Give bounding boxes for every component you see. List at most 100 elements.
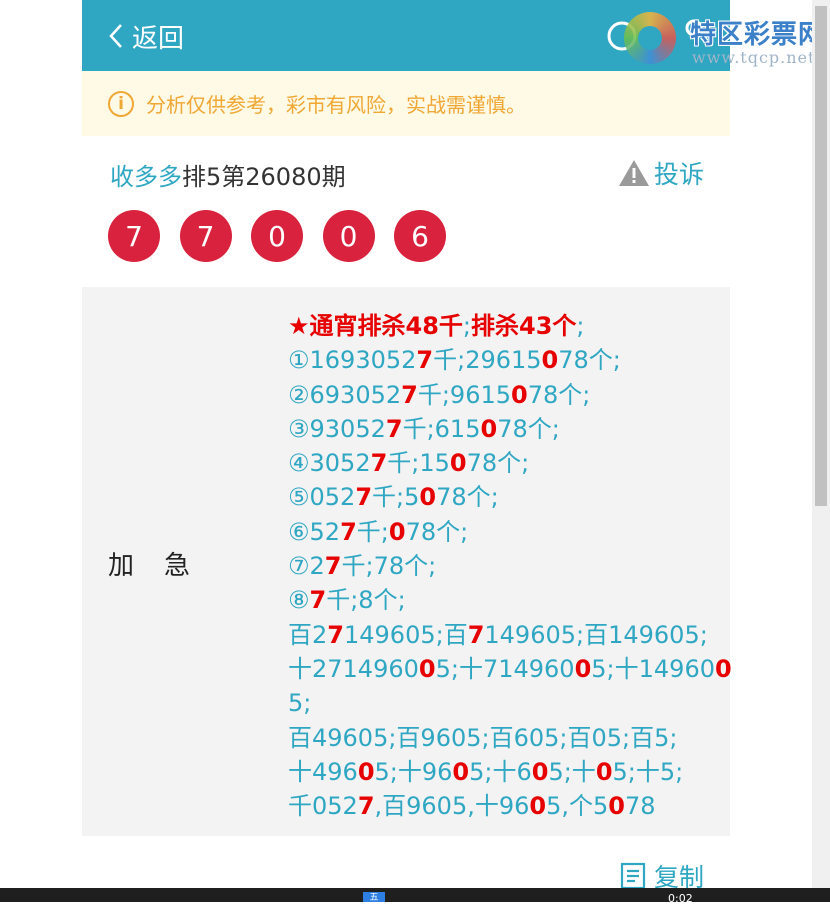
taskbar	[0, 888, 830, 902]
prediction-line: 百49605;百9605;百605;百05;百5;	[288, 721, 718, 755]
prediction-line: ④30527千;15078个;	[288, 446, 718, 480]
prediction-line: ②6930527千;9615078个;	[288, 378, 718, 412]
watermark-url: www.tqcp.net	[692, 48, 816, 67]
watermark-logo	[624, 12, 676, 64]
back-label: 返回	[132, 23, 185, 54]
ball: 0	[322, 210, 375, 262]
taskbar-clock: 0:02	[668, 892, 693, 905]
warning-icon	[618, 160, 649, 186]
prediction-line: 百27149605;百7149605;百149605;	[288, 618, 718, 652]
line-text: ①1693052	[288, 346, 417, 375]
highlight-text: 7	[416, 346, 434, 375]
line-text: 千;8个;	[326, 586, 406, 615]
line-text: 5;十6	[469, 757, 532, 786]
copy-icon	[620, 862, 646, 890]
line-text: 十496	[288, 757, 358, 786]
highlight-text: 排杀43个	[471, 312, 577, 340]
line-text: 78个;	[558, 346, 621, 375]
prediction-panel: 加急 ★通宵排杀48千;排杀43个; ①16930527千;29615078个; ②…	[82, 287, 732, 836]
complain-label: 投诉	[653, 160, 704, 189]
line-text: 5;	[288, 689, 312, 718]
line-text: ;	[576, 312, 585, 340]
line-text: 千052	[288, 792, 358, 821]
risk-notice: i 分析仅供参考，彩市有风险，实战需谨慎。	[82, 71, 730, 136]
line-text: ,百9605,十96	[374, 792, 530, 821]
highlight-text: 0	[449, 449, 467, 478]
line-text: 78个;	[497, 414, 560, 443]
highlight-text: 0	[452, 757, 470, 786]
app-page: 返回 i 分析仅供参考，彩市有风险，实战需谨慎。 收多多排5第26080期 投诉…	[82, 0, 732, 902]
line-text: 十2714960	[288, 654, 419, 683]
watermark-name: 特区彩票网	[690, 20, 826, 50]
line-text: 千;15	[387, 449, 450, 478]
ime-indicator[interactable]: 五	[363, 892, 385, 903]
highlight-text: 7	[370, 449, 388, 478]
highlight-text: 7	[401, 380, 418, 409]
highlight-text: 0	[418, 654, 436, 683]
prediction-line: ①16930527千;29615078个;	[288, 343, 718, 377]
line-text: 5,个5	[546, 792, 609, 821]
highlight-text: 0	[357, 757, 375, 786]
prediction-line: ⑥527千;078个;	[288, 515, 718, 549]
highlight-text: 0	[511, 380, 528, 409]
draw-balls: 7 7 0 0 6	[108, 210, 466, 262]
prediction-line: 5;	[288, 686, 718, 720]
line-text: ⑥52	[288, 517, 341, 546]
line-text: 千;615	[402, 414, 481, 443]
highlight-text: 7	[327, 620, 344, 649]
line-text: 5;十14960	[591, 654, 715, 683]
highlight-text: 0	[595, 757, 613, 786]
prediction-line: ★通宵排杀48千;排杀43个;	[288, 309, 718, 343]
highlight-text: 0	[480, 414, 498, 443]
prediction-line: ⑤0527千;5078个;	[288, 480, 718, 514]
line-text: 千;78个;	[341, 552, 437, 581]
line-text: 千;29615	[433, 346, 542, 375]
line-text: 百49605;百9605;百605;百05;百5;	[288, 723, 678, 752]
notice-text: 分析仅供参考，彩市有风险，实战需谨慎。	[146, 93, 526, 117]
highlight-text: 0	[574, 654, 592, 683]
line-text: ⑤052	[288, 483, 356, 512]
highlight-text: 7	[467, 620, 485, 649]
panel-label: 加急	[108, 551, 221, 581]
prediction-line: 千0527,百9605,十9605,个5078	[288, 789, 718, 823]
line-text: ③93052	[288, 414, 386, 443]
highlight-text: 7	[324, 552, 342, 581]
line-text: 78个;	[466, 449, 530, 478]
line-text: ②693052	[288, 380, 402, 409]
prediction-line: ⑦27千;78个;	[288, 549, 718, 583]
highlight-text: 7	[340, 517, 357, 546]
line-text: ;	[462, 312, 472, 340]
scrollbar-thumb[interactable]	[815, 6, 827, 506]
line-text: 149605;百149605;	[484, 620, 708, 649]
back-button[interactable]: 返回	[108, 18, 184, 54]
highlight-text: 7	[385, 414, 403, 443]
line-text: 千;	[356, 517, 389, 546]
line-text: 千;9615	[417, 380, 512, 409]
info-icon: i	[108, 90, 134, 117]
highlight-text: 0	[388, 517, 406, 546]
issue-name: 排5第26080期	[182, 163, 346, 191]
line-text: 5;十714960	[435, 654, 575, 683]
line-text: 百2	[288, 620, 328, 649]
line-text: 78个;	[527, 380, 591, 409]
highlight-text: 7	[309, 586, 327, 615]
prediction-line: ⑧7千;8个;	[288, 583, 718, 617]
line-text: 78个;	[436, 483, 499, 512]
source-link[interactable]: 收多多	[110, 163, 182, 191]
line-text: 千;5	[372, 483, 420, 512]
line-text: 5;十	[548, 757, 596, 786]
highlight-text: 7	[357, 792, 375, 821]
ball: 7	[179, 210, 232, 262]
site-watermark: 特区彩票网 www.tqcp.net	[612, 8, 830, 68]
ball: 7	[108, 210, 160, 262]
highlight-text: 0	[531, 757, 549, 786]
highlight-text: 0	[714, 654, 732, 683]
ball: 0	[251, 210, 303, 262]
highlight-text: 0	[419, 483, 437, 512]
prediction-line: 十49605;十9605;十605;十05;十5;	[288, 755, 718, 789]
complain-button[interactable]: 投诉	[618, 155, 704, 191]
line-text: ⑧	[288, 586, 310, 615]
line-text: 5;十5;	[612, 757, 684, 786]
issue-title: 收多多排5第26080期	[110, 157, 346, 192]
line-text: ④3052	[288, 449, 371, 478]
